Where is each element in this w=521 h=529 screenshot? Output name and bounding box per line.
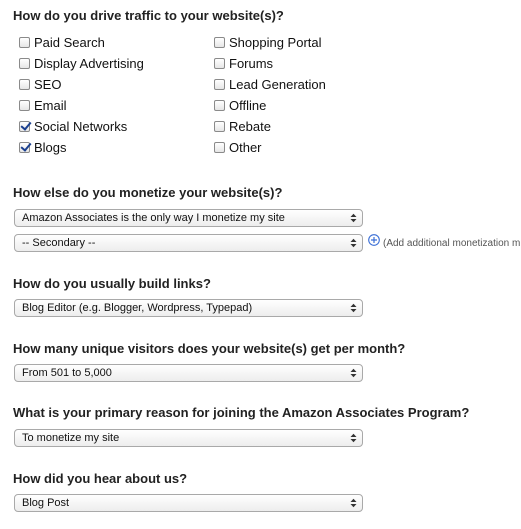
checkbox-label: Other [229, 140, 262, 155]
hear-question: How did you hear about us? [13, 471, 188, 486]
checkbox-blogs[interactable]: Blogs [19, 140, 67, 155]
monetize-secondary-select[interactable]: -- Secondary -- [14, 234, 363, 252]
checkbox-icon[interactable] [19, 100, 30, 111]
checkbox-paid-search[interactable]: Paid Search [19, 35, 105, 50]
select-arrows-icon [350, 238, 357, 248]
checkbox-checked-icon[interactable] [19, 121, 30, 132]
checkbox-email[interactable]: Email [19, 98, 67, 113]
checkbox-icon[interactable] [214, 100, 225, 111]
select-arrows-icon [350, 303, 357, 313]
checkbox-lead-generation[interactable]: Lead Generation [214, 77, 326, 92]
reason-question: What is your primary reason for joining … [13, 405, 470, 420]
checkbox-icon[interactable] [19, 58, 30, 69]
reason-select[interactable]: To monetize my site [14, 429, 363, 447]
checkbox-label: Social Networks [34, 119, 128, 134]
traffic-question: How do you drive traffic to your website… [13, 8, 284, 23]
select-arrows-icon [350, 498, 357, 508]
add-monetization-label[interactable]: (Add additional monetization m [383, 238, 520, 249]
checkbox-offline[interactable]: Offline [214, 98, 266, 113]
checkbox-label: Display Advertising [34, 56, 144, 71]
checkbox-label: Blogs [34, 140, 67, 155]
checkbox-icon[interactable] [214, 79, 225, 90]
checkbox-icon[interactable] [214, 121, 225, 132]
checkbox-label: Forums [229, 56, 274, 71]
checkbox-label: Email [34, 98, 67, 113]
checkbox-display-advertising[interactable]: Display Advertising [19, 56, 144, 71]
monetize-question: How else do you monetize your website(s)… [13, 185, 283, 200]
select-arrows-icon [350, 213, 357, 223]
checkbox-rebate[interactable]: Rebate [214, 119, 271, 134]
links-question: How do you usually build links? [13, 276, 211, 291]
checkbox-label: Lead Generation [229, 77, 326, 92]
select-value: From 501 to 5,000 [22, 367, 112, 379]
checkbox-label: Shopping Portal [229, 35, 322, 50]
checkbox-social-networks[interactable]: Social Networks [19, 119, 127, 134]
select-value: -- Secondary -- [22, 237, 96, 249]
checkbox-label: Rebate [229, 119, 271, 134]
checkbox-forums[interactable]: Forums [214, 56, 273, 71]
select-arrows-icon [350, 433, 357, 443]
checkbox-label: Paid Search [34, 35, 105, 50]
checkbox-icon[interactable] [19, 37, 30, 48]
checkbox-other[interactable]: Other [214, 140, 262, 155]
links-select[interactable]: Blog Editor (e.g. Blogger, Wordpress, Ty… [14, 299, 363, 317]
select-value: Blog Editor (e.g. Blogger, Wordpress, Ty… [22, 302, 253, 314]
hear-select[interactable]: Blog Post [14, 494, 363, 512]
checkbox-label: Offline [229, 98, 267, 113]
select-arrows-icon [350, 368, 357, 378]
monetize-primary-select[interactable]: Amazon Associates is the only way I mone… [14, 209, 363, 227]
select-value: Amazon Associates is the only way I mone… [22, 212, 285, 224]
checkbox-icon[interactable] [214, 142, 225, 153]
checkbox-label: SEO [34, 77, 62, 92]
checkbox-shopping-portal[interactable]: Shopping Portal [214, 35, 322, 50]
checkbox-seo[interactable]: SEO [19, 77, 61, 92]
add-circle-icon[interactable] [368, 234, 380, 246]
visitors-question: How many unique visitors does your websi… [13, 341, 406, 356]
select-value: Blog Post [22, 497, 70, 509]
checkbox-icon[interactable] [214, 58, 225, 69]
checkbox-icon[interactable] [19, 79, 30, 90]
select-value: To monetize my site [22, 432, 120, 444]
visitors-select[interactable]: From 501 to 5,000 [14, 364, 363, 382]
checkbox-icon[interactable] [214, 37, 225, 48]
checkbox-checked-icon[interactable] [19, 142, 30, 153]
